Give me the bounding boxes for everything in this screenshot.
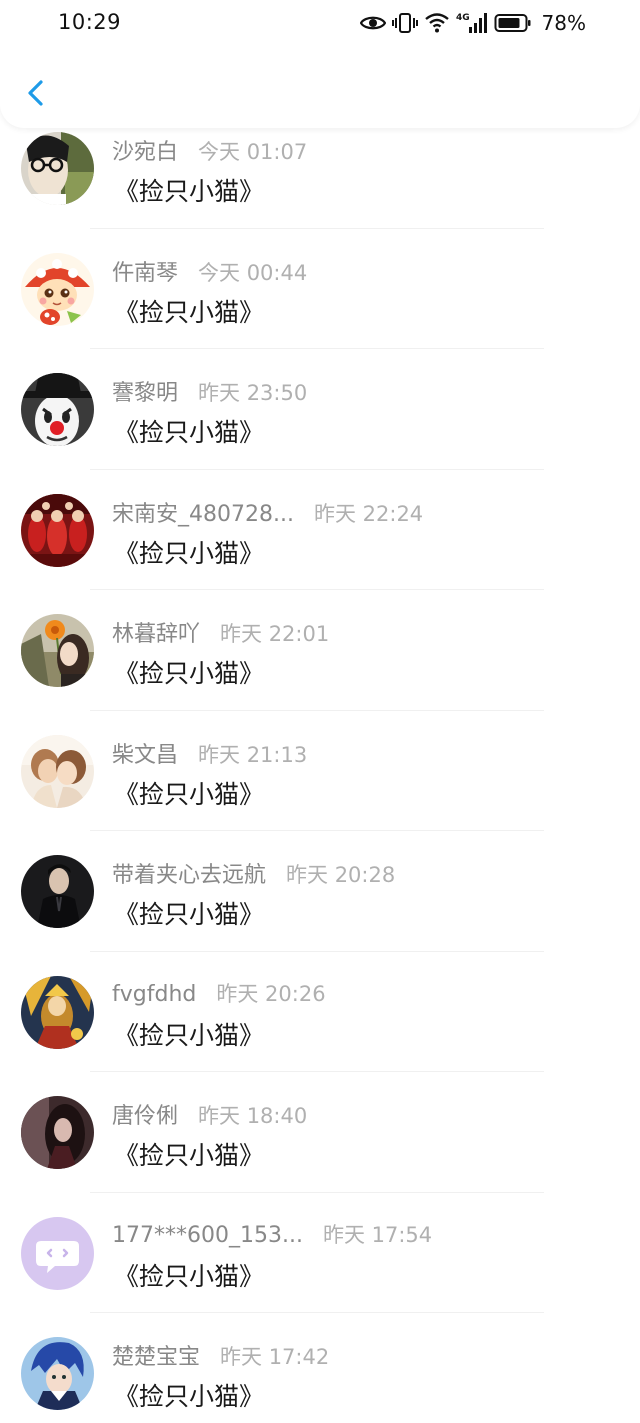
message-time: 昨天 23:50 bbox=[198, 381, 308, 405]
message-time: 昨天 17:54 bbox=[322, 1222, 433, 1247]
status-bar: 10:29 4G 78% bbox=[0, 0, 640, 50]
message-meta: 柴文昌 昨天 21:13 bbox=[112, 737, 307, 769]
list-item[interactable]: 柴文昌 昨天 21:13 《捡只小猫》 bbox=[0, 689, 640, 831]
message-meta: 林暮辞吖 昨天 22:01 bbox=[112, 616, 329, 648]
message-time: 昨天 22:01 bbox=[220, 622, 330, 646]
eye-icon bbox=[359, 16, 386, 30]
header-bar bbox=[0, 50, 640, 128]
message-time: 今天 01:07 bbox=[198, 140, 308, 164]
list-item[interactable]: 宋南安_480728... 昨天 22:24 《捡只小猫》 bbox=[0, 448, 640, 590]
svg-text:4G: 4G bbox=[456, 13, 470, 23]
battery-icon bbox=[494, 14, 531, 32]
message-time: 昨天 18:40 bbox=[198, 1104, 308, 1128]
sender-name[interactable]: 177***600_153... bbox=[112, 1223, 303, 1248]
message-time: 昨天 21:13 bbox=[198, 742, 308, 767]
status-time: 10:29 bbox=[58, 10, 122, 34]
wifi-icon bbox=[424, 13, 449, 33]
avatar[interactable] bbox=[21, 132, 94, 205]
vibrate-icon bbox=[391, 13, 418, 33]
message-meta: 謇黎明 昨天 23:50 bbox=[112, 375, 307, 407]
battery-percentage: 78% bbox=[541, 11, 586, 35]
message-time: 昨天 20:28 bbox=[286, 863, 396, 887]
list-item[interactable]: 林暮辞吖 昨天 22:01 《捡只小猫》 bbox=[0, 568, 640, 711]
back-button[interactable] bbox=[16, 70, 56, 114]
message-meta: 177***600_153... 昨天 17:54 bbox=[112, 1219, 432, 1249]
message-text[interactable]: 《捡只小猫》 bbox=[114, 1257, 264, 1293]
message-meta: 带着夹心去远航 昨天 20:28 bbox=[112, 857, 395, 889]
avatar[interactable] bbox=[21, 252, 94, 326]
message-text[interactable]: 《捡只小猫》 bbox=[114, 172, 264, 208]
sender-name[interactable]: 沙宛白 bbox=[112, 134, 178, 166]
list-item[interactable]: 唐伶俐 昨天 18:40 《捡只小猫》 bbox=[0, 1050, 640, 1193]
sender-name[interactable]: 仵南琴 bbox=[112, 255, 178, 287]
message-meta: 仵南琴 今天 00:44 bbox=[112, 255, 307, 287]
avatar[interactable] bbox=[21, 734, 94, 808]
message-text[interactable]: 《捡只小猫》 bbox=[114, 293, 264, 329]
sender-name[interactable]: 楚楚宝宝 bbox=[112, 1339, 200, 1371]
avatar[interactable] bbox=[21, 855, 94, 928]
list-item[interactable]: 带着夹心去远航 昨天 20:28 《捡只小猫》 bbox=[0, 809, 640, 952]
sender-name[interactable]: 柴文昌 bbox=[112, 737, 178, 769]
avatar[interactable] bbox=[21, 493, 94, 567]
message-text[interactable]: 《捡只小猫》 bbox=[114, 1136, 264, 1172]
avatar[interactable] bbox=[21, 1337, 94, 1410]
chevron-left-icon bbox=[28, 80, 43, 106]
message-time: 昨天 22:24 bbox=[313, 501, 424, 526]
message-meta: 沙宛白 今天 01:07 bbox=[112, 134, 307, 166]
list-item[interactable]: fvgfdhd 昨天 20:26 《捡只小猫》 bbox=[0, 930, 640, 1072]
avatar[interactable] bbox=[21, 1096, 94, 1169]
sender-name[interactable]: 謇黎明 bbox=[112, 375, 178, 407]
sender-name[interactable]: 唐伶俐 bbox=[112, 1098, 178, 1130]
message-meta: fvgfdhd 昨天 20:26 bbox=[112, 978, 326, 1008]
avatar[interactable] bbox=[21, 614, 94, 687]
message-meta: 宋南安_480728... 昨天 22:24 bbox=[112, 496, 423, 528]
list-item[interactable]: 謇黎明 昨天 23:50 《捡只小猫》 bbox=[0, 327, 640, 470]
message-meta: 唐伶俐 昨天 18:40 bbox=[112, 1098, 307, 1130]
4g-signal-icon: 4G bbox=[456, 13, 487, 33]
message-text[interactable]: 《捡只小猫》 bbox=[114, 1016, 264, 1052]
message-text[interactable]: 《捡只小猫》 bbox=[114, 775, 264, 811]
message-text[interactable]: 《捡只小猫》 bbox=[114, 1377, 264, 1413]
message-text[interactable]: 《捡只小猫》 bbox=[114, 654, 264, 690]
list-item[interactable]: 楚楚宝宝 昨天 17:42 《捡只小猫》 bbox=[0, 1291, 640, 1412]
message-time: 昨天 20:26 bbox=[216, 981, 326, 1006]
list-item[interactable]: 仵南琴 今天 00:44 《捡只小猫》 bbox=[0, 207, 640, 349]
status-icons: 4G 78% bbox=[359, 11, 586, 35]
message-text[interactable]: 《捡只小猫》 bbox=[114, 413, 264, 449]
sender-name[interactable]: 带着夹心去远航 bbox=[112, 857, 266, 889]
screen: 10:29 4G 78% 沙宛白 今天 01:07 《捡只小猫》 仵南琴 今天 … bbox=[0, 0, 640, 1423]
avatar[interactable] bbox=[21, 975, 94, 1049]
avatar[interactable] bbox=[21, 373, 94, 446]
list-item[interactable]: 177***600_153... 昨天 17:54 《捡只小猫》 bbox=[0, 1171, 640, 1313]
message-list: 沙宛白 今天 01:07 《捡只小猫》 仵南琴 今天 00:44 《捡只小猫》 … bbox=[0, 86, 640, 1412]
message-text[interactable]: 《捡只小猫》 bbox=[114, 895, 264, 931]
sender-name[interactable]: 宋南安_480728... bbox=[112, 496, 294, 528]
message-text[interactable]: 《捡只小猫》 bbox=[114, 534, 264, 570]
sender-name[interactable]: 林暮辞吖 bbox=[112, 616, 200, 648]
message-time: 今天 00:44 bbox=[198, 260, 308, 285]
message-meta: 楚楚宝宝 昨天 17:42 bbox=[112, 1339, 329, 1371]
sender-name[interactable]: fvgfdhd bbox=[112, 982, 196, 1007]
avatar[interactable] bbox=[21, 1216, 94, 1290]
message-time: 昨天 17:42 bbox=[220, 1345, 330, 1369]
